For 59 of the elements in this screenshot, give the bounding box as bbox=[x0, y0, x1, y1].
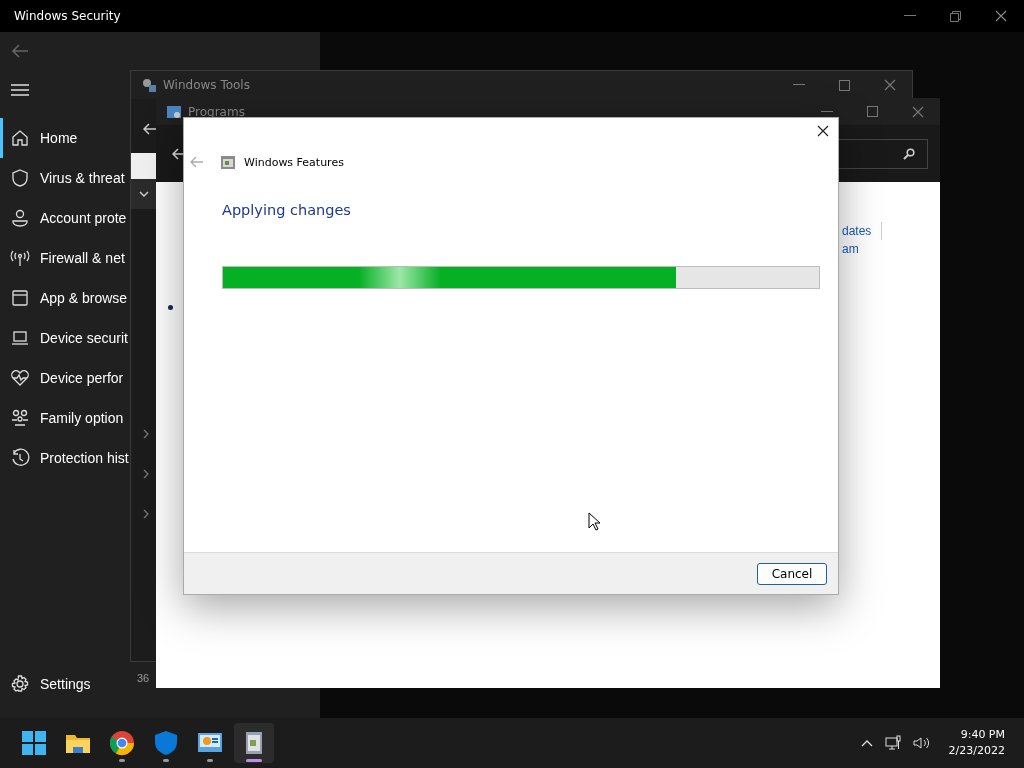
window-title: Windows Tools bbox=[163, 78, 250, 92]
header-cell bbox=[131, 153, 157, 179]
maximize-icon[interactable] bbox=[839, 79, 850, 91]
nav-item[interactable]: Family option bbox=[0, 398, 124, 438]
mouse-cursor-icon bbox=[588, 512, 600, 531]
link[interactable]: dates bbox=[842, 222, 883, 240]
shield-icon bbox=[10, 168, 30, 188]
minimize-icon[interactable] bbox=[904, 15, 916, 17]
heart-icon bbox=[10, 368, 30, 388]
chevron-up-icon[interactable] bbox=[860, 739, 873, 747]
history-icon bbox=[10, 448, 30, 468]
bullet-icon bbox=[168, 305, 173, 310]
minimize-icon[interactable] bbox=[821, 110, 833, 113]
antenna-icon bbox=[10, 248, 30, 268]
window-title: Programs bbox=[188, 104, 245, 119]
clock-time: 9:40 PM bbox=[960, 727, 1005, 743]
minimize-icon[interactable] bbox=[793, 84, 805, 86]
volume-icon[interactable] bbox=[912, 736, 931, 750]
dialog-title: Windows Features bbox=[244, 155, 344, 169]
search-icon bbox=[903, 147, 915, 160]
programs-icon bbox=[166, 103, 182, 120]
window-title: Windows Security bbox=[14, 9, 121, 23]
clock[interactable]: 9:40 PM 2/23/2022 bbox=[948, 727, 1005, 759]
nav-item[interactable]: Virus & threat bbox=[0, 158, 125, 198]
settings-item[interactable]: Settings bbox=[0, 664, 91, 704]
chevron-right-icon[interactable] bbox=[143, 509, 149, 519]
window-icon bbox=[10, 288, 30, 308]
maximize-icon[interactable] bbox=[867, 106, 878, 117]
nav-item[interactable]: Account prote bbox=[0, 198, 127, 238]
shield-icon bbox=[153, 730, 179, 756]
windows-logo-icon bbox=[21, 730, 47, 756]
chevron-right-icon[interactable] bbox=[143, 429, 149, 439]
family-icon bbox=[10, 408, 30, 428]
nav-item[interactable]: Device securit bbox=[0, 318, 128, 358]
nav-item[interactable]: Protection hist bbox=[0, 438, 129, 478]
close-icon[interactable] bbox=[817, 125, 829, 137]
features-icon bbox=[220, 154, 236, 170]
nav-item[interactable]: Firewall & net bbox=[0, 238, 125, 278]
tools-icon bbox=[141, 77, 157, 93]
link[interactable]: am bbox=[842, 240, 859, 258]
dialog-heading: Applying changes bbox=[222, 202, 352, 218]
home-icon bbox=[10, 128, 30, 148]
status-text: 36 bbox=[137, 672, 150, 684]
cancel-button[interactable]: Cancel bbox=[757, 562, 827, 585]
laptop-icon bbox=[10, 328, 30, 348]
browser-icon bbox=[109, 730, 135, 756]
close-icon[interactable] bbox=[995, 10, 1007, 22]
settings-icon bbox=[10, 674, 30, 694]
nav-item[interactable]: App & browse bbox=[0, 278, 128, 318]
chevron-down-icon[interactable] bbox=[139, 191, 149, 197]
menu-icon[interactable] bbox=[11, 84, 29, 96]
taskbar-app[interactable] bbox=[234, 723, 274, 763]
nav-item[interactable]: Device perfor bbox=[0, 358, 124, 398]
restore-icon[interactable] bbox=[950, 10, 961, 22]
network-icon[interactable] bbox=[884, 735, 901, 751]
nav-item[interactable]: Home bbox=[0, 118, 78, 158]
person-icon bbox=[10, 208, 30, 228]
clock-date: 2/23/2022 bbox=[948, 743, 1005, 759]
chevron-right-icon[interactable] bbox=[143, 469, 149, 479]
